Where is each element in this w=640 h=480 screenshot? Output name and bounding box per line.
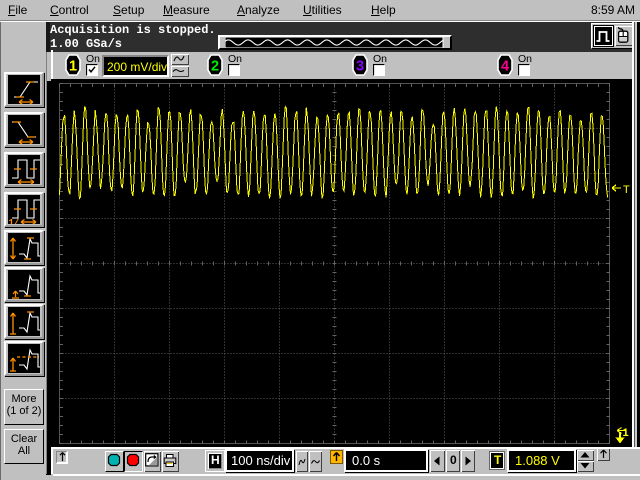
svg-text:1/: 1/ [9,218,20,224]
svg-text:1: 1 [623,427,629,439]
svg-text:T: T [623,184,630,196]
